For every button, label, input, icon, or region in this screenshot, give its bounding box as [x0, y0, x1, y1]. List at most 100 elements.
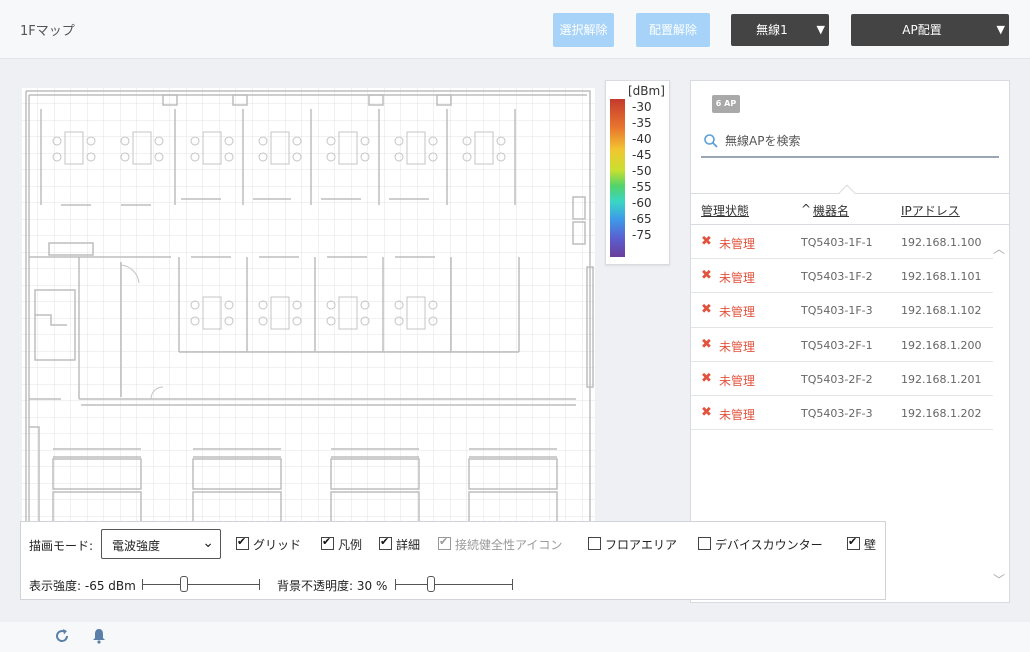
opacity-slider[interactable]: [395, 576, 513, 592]
search-input[interactable]: [725, 131, 985, 151]
unmanaged-x-icon: ✖: [701, 370, 712, 386]
device-counter-checkbox-label[interactable]: デバイスカウンター: [715, 536, 823, 553]
legend-tick: -40: [632, 132, 652, 146]
legend-checkbox[interactable]: [321, 535, 334, 550]
row-status: 未管理: [719, 373, 756, 388]
row-name: TQ5403-1F-2: [801, 270, 873, 284]
row-name: TQ5403-2F-3: [801, 406, 873, 420]
chevron-down-icon: ⌄: [202, 535, 214, 551]
detail-checkbox-label[interactable]: 詳細: [396, 536, 420, 553]
unplace-button[interactable]: 配置解除: [636, 13, 710, 47]
table-row[interactable]: ✖ 未管理 TQ5403-2F-1 192.168.1.200: [691, 328, 993, 362]
slider-end: [512, 579, 513, 590]
row-ip: 192.168.1.100: [901, 236, 982, 249]
unmanaged-x-icon: ✖: [701, 302, 712, 318]
row-name: TQ5403-2F-1: [801, 338, 873, 352]
strength-slider[interactable]: [142, 576, 260, 592]
mode-label: 描画モード:: [29, 539, 94, 553]
table-row[interactable]: ✖ 未管理 TQ5403-1F-2 192.168.1.101: [691, 259, 993, 294]
row-ip: 192.168.1.201: [901, 372, 982, 386]
floor-area-checkbox-label[interactable]: フロアエリア: [605, 536, 677, 553]
unmanaged-x-icon: ✖: [701, 234, 712, 249]
legend-unit: [dBm]: [628, 84, 665, 98]
column-name[interactable]: 機器名: [813, 202, 849, 219]
page-title: 1Fマップ: [20, 24, 75, 39]
ap-placement-dropdown[interactable]: AP配置 ▼: [851, 14, 1009, 46]
row-ip: 192.168.1.101: [901, 270, 982, 284]
slider-end: [259, 579, 260, 590]
search-box[interactable]: [701, 127, 999, 158]
row-name: TQ5403-1F-1: [801, 236, 873, 249]
column-status[interactable]: 管理状態: [701, 202, 749, 219]
caret-down-icon: ▼: [996, 23, 1005, 36]
unmanaged-x-icon: ✖: [701, 268, 712, 284]
row-status: 未管理: [719, 237, 756, 251]
legend-tick: -75: [632, 228, 652, 242]
row-ip: 192.168.1.202: [901, 406, 982, 420]
opacity-slider-knob[interactable]: [427, 576, 435, 592]
row-status: 未管理: [719, 271, 756, 286]
header-notch: [838, 184, 856, 202]
signal-legend: [dBm] -30 -35 -40 -45 -50 -55 -60 -65 -7…: [605, 80, 670, 265]
slider-end: [395, 579, 396, 590]
map-controls: 描画モード: 電波強度 ⌄ グリッド 凡例 詳細 接続健全性アイコン フロアエリ…: [20, 521, 886, 600]
unmanaged-x-icon: ✖: [701, 336, 712, 352]
row-name: TQ5403-2F-2: [801, 372, 873, 386]
unmanaged-x-icon: ✖: [701, 404, 712, 420]
legend-tick: -45: [632, 148, 652, 162]
legend-tick: -35: [632, 116, 652, 130]
table-row[interactable]: ✖ 未管理 TQ5403-1F-3 192.168.1.102: [691, 293, 993, 328]
row-ip: 192.168.1.200: [901, 338, 982, 352]
bell-icon[interactable]: [90, 627, 108, 645]
legend-tick: -50: [632, 164, 652, 178]
deselect-button[interactable]: 選択解除: [553, 13, 614, 47]
top-bar: 1Fマップ 選択解除 配置解除 無線1 ▼ AP配置 ▼: [0, 0, 1030, 59]
wall-checkbox[interactable]: [847, 535, 860, 550]
search-icon: [704, 134, 718, 148]
scroll-up-icon[interactable]: ︿: [993, 240, 1005, 257]
table-header: 管理状態 ^ 機器名 IPアドレス: [691, 184, 1009, 225]
grid-checkbox[interactable]: [236, 535, 249, 550]
row-status: 未管理: [719, 407, 756, 422]
mode-select-value: 電波強度: [112, 539, 161, 553]
slider-end: [142, 579, 143, 590]
row-name: TQ5403-1F-3: [801, 304, 873, 318]
health-icon-checkbox-label: 接続健全性アイコン: [455, 538, 563, 552]
strength-label: 表示強度: -65 dBm: [29, 579, 136, 593]
row-ip: 192.168.1.102: [901, 304, 982, 318]
floor-area-checkbox[interactable]: [588, 537, 601, 550]
scroll-down-icon[interactable]: ﹀: [993, 571, 1005, 588]
row-status: 未管理: [719, 339, 756, 354]
footer-bar: [0, 622, 1030, 652]
caret-down-icon: ▼: [816, 23, 825, 36]
column-ip[interactable]: IPアドレス: [901, 202, 960, 219]
legend-ticks: -30 -35 -40 -45 -50 -55 -60 -65 -75: [632, 99, 652, 243]
grid-checkbox-label[interactable]: グリッド: [253, 536, 301, 553]
floor-map[interactable]: [21, 87, 595, 521]
table-row[interactable]: ✖ 未管理 TQ5403-2F-3 192.168.1.202: [691, 396, 993, 431]
floor-plan-drawing: [21, 87, 595, 521]
legend-color-bar: [610, 99, 625, 257]
radio-dropdown[interactable]: 無線1 ▼: [731, 14, 829, 46]
radio-dropdown-label: 無線1: [756, 23, 788, 37]
mode-select[interactable]: 電波強度 ⌄: [101, 529, 221, 559]
ap-placement-label: AP配置: [902, 23, 942, 37]
wall-checkbox-label[interactable]: 壁: [864, 536, 876, 553]
table-row[interactable]: ✖ 未管理 TQ5403-2F-2 192.168.1.201: [691, 362, 993, 396]
ap-table-body: ✖ 未管理 TQ5403-1F-1 192.168.1.100 ✖ 未管理 TQ…: [691, 225, 993, 431]
legend-tick: -60: [632, 196, 652, 210]
health-icon-checkbox: [438, 535, 451, 550]
device-counter-checkbox[interactable]: [698, 537, 711, 550]
refresh-icon[interactable]: [53, 627, 71, 645]
sort-asc-icon[interactable]: ^: [801, 202, 811, 216]
table-row[interactable]: ✖ 未管理 TQ5403-1F-1 192.168.1.100: [691, 225, 993, 260]
legend-tick: -30: [632, 100, 652, 114]
detail-checkbox[interactable]: [379, 535, 392, 550]
strength-slider-knob[interactable]: [180, 576, 188, 592]
opacity-label: 背景不透明度: 30 %: [277, 579, 388, 593]
legend-tick: -65: [632, 212, 652, 226]
row-status: 未管理: [719, 305, 756, 320]
ap-count-badge: 6 AP: [712, 95, 740, 113]
legend-checkbox-label[interactable]: 凡例: [338, 536, 362, 553]
legend-tick: -55: [632, 180, 652, 194]
